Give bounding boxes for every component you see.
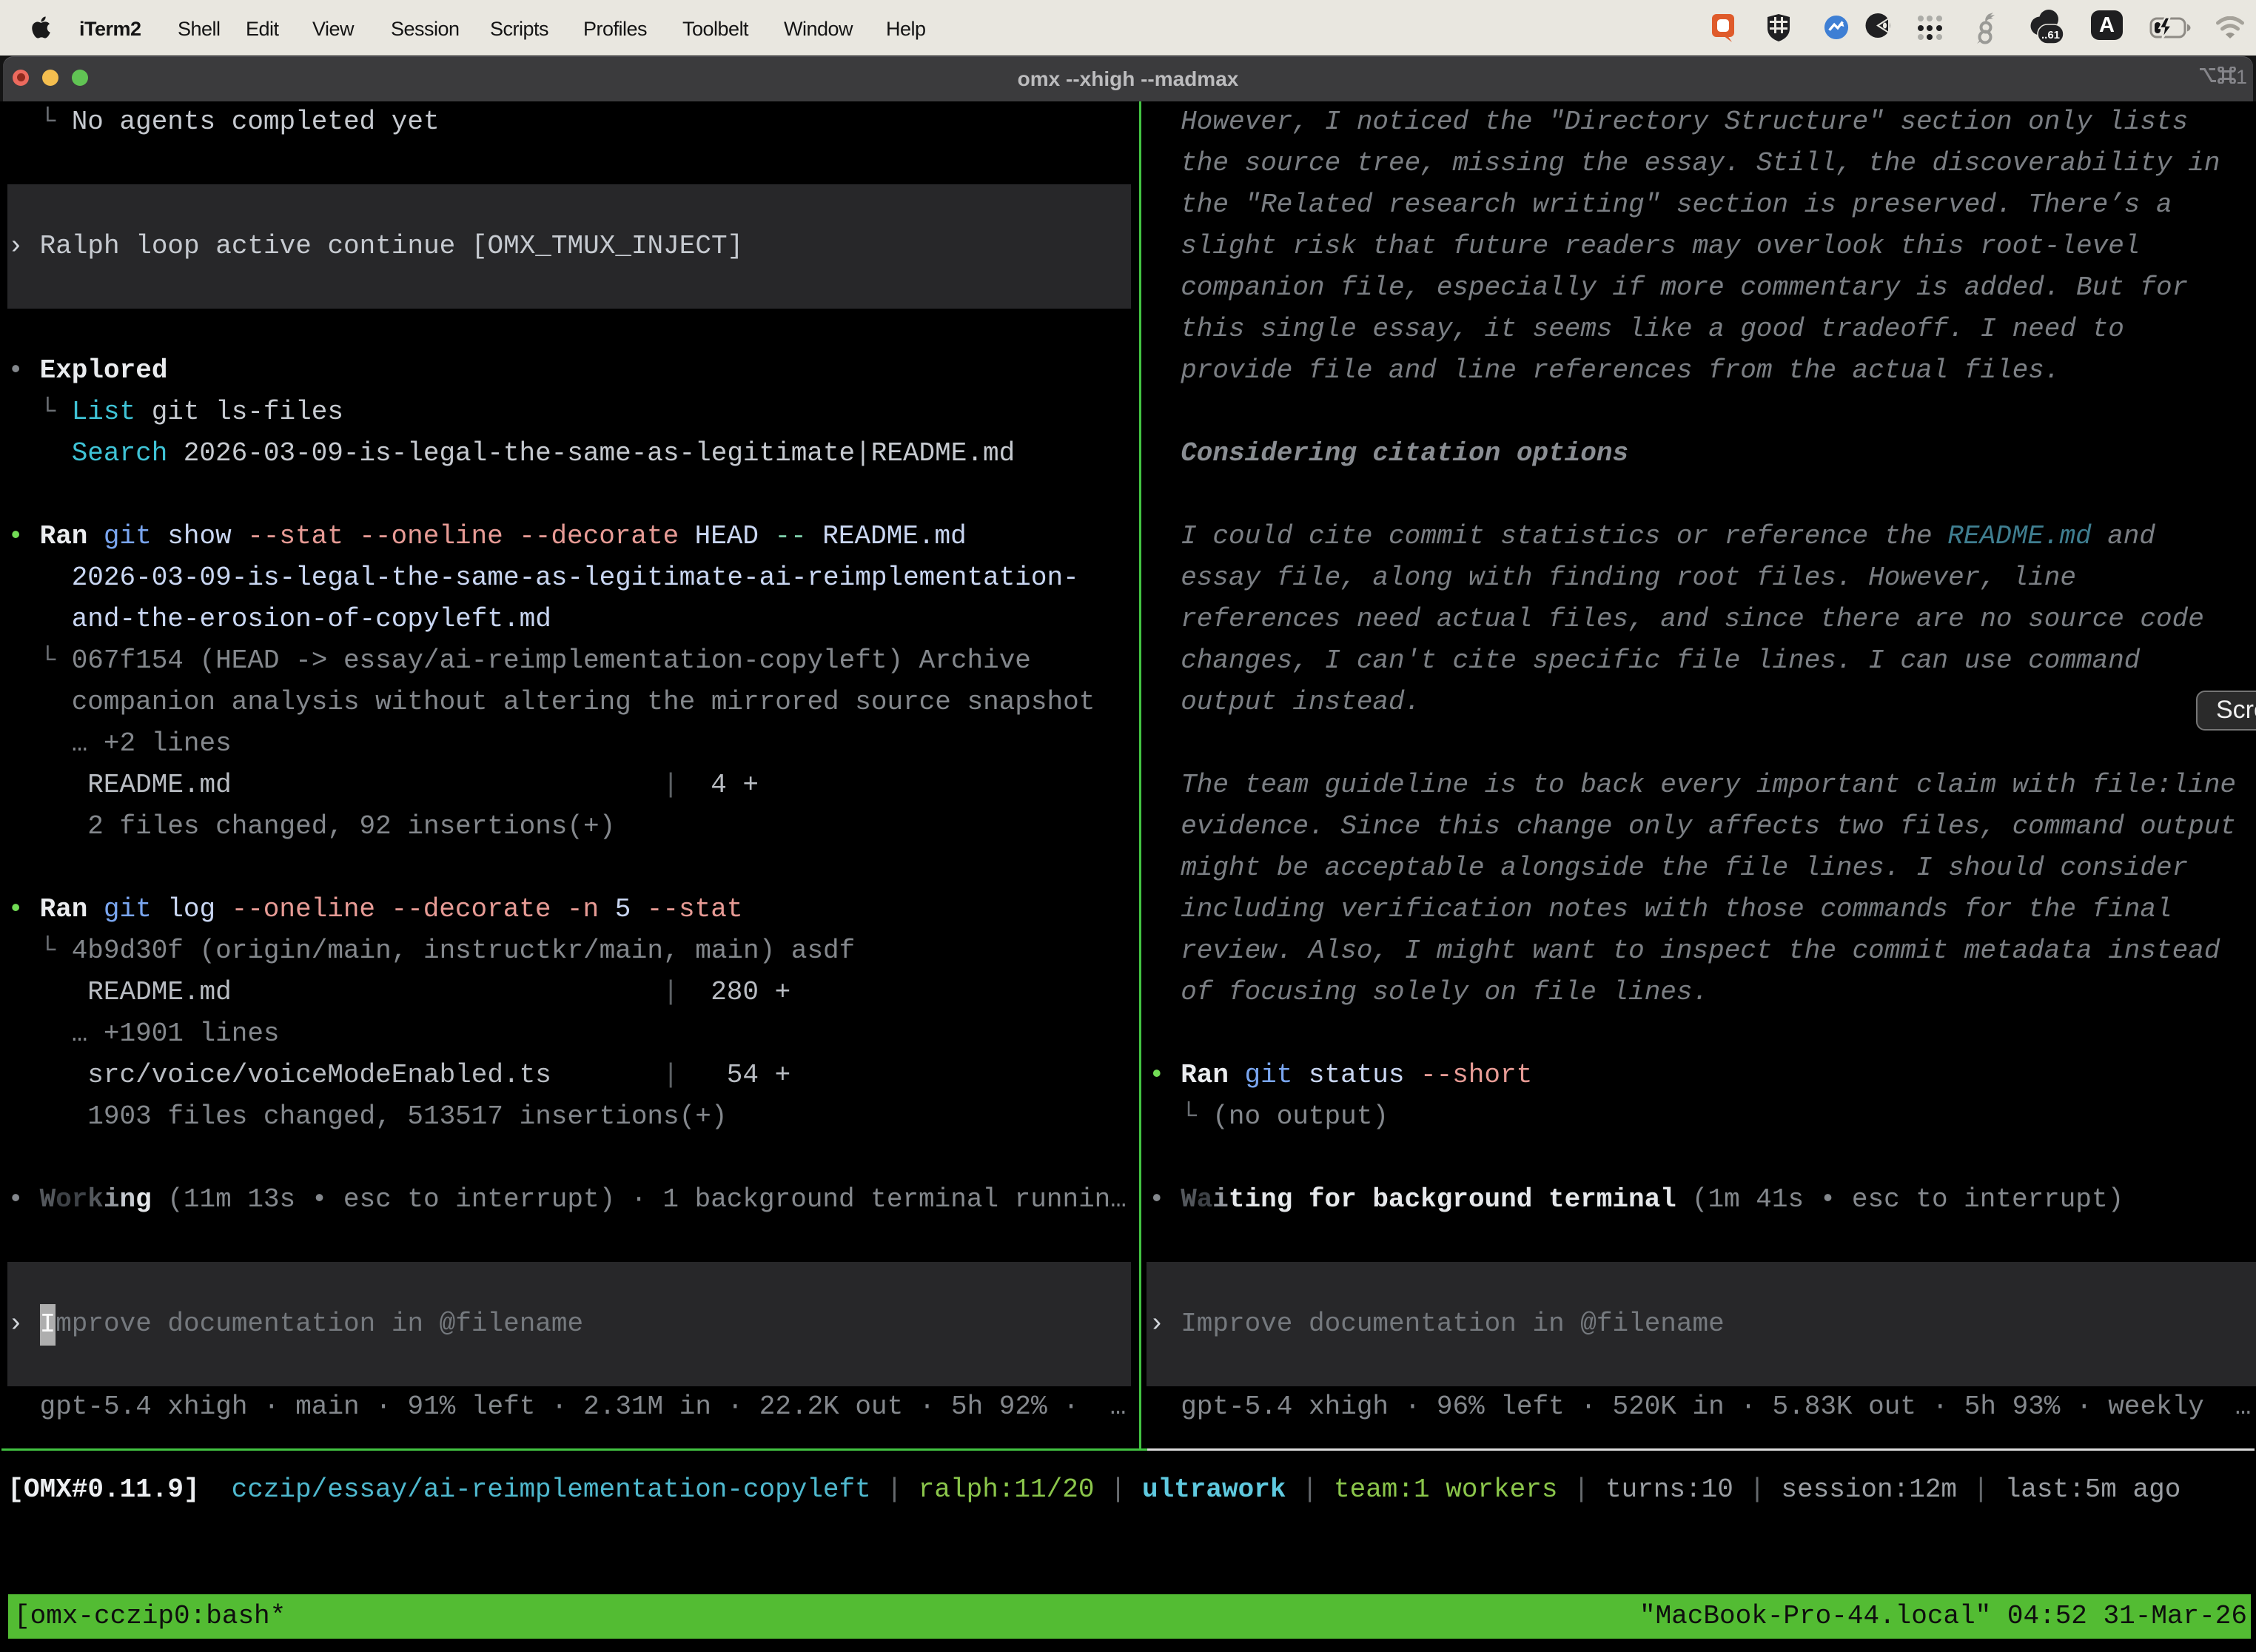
svg-text:..61: ..61 — [2041, 29, 2060, 41]
